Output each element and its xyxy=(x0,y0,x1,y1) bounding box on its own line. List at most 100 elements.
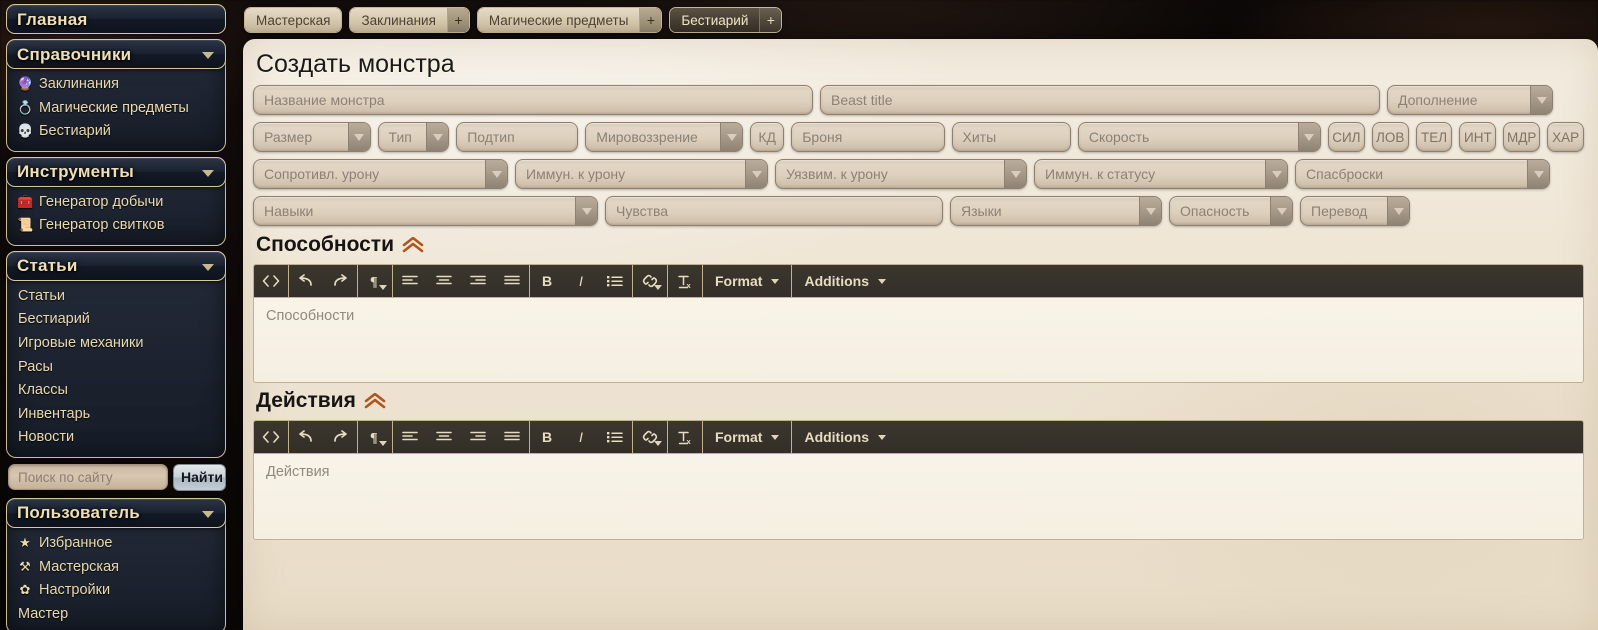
supplement-select[interactable]: Дополнение xyxy=(1387,85,1553,116)
bold-icon[interactable]: B xyxy=(530,265,564,297)
sidebar-header-articles[interactable]: Статьи xyxy=(6,250,226,281)
align-center-icon[interactable] xyxy=(427,265,461,297)
saving-throws-select[interactable]: Спасброски xyxy=(1295,159,1550,190)
sidebar-item-spells[interactable]: 🔮 Заклинания xyxy=(15,73,217,97)
sidebar-item-game-mechanics[interactable]: Игровые механики xyxy=(15,332,217,356)
sidebar-item-classes[interactable]: Классы xyxy=(15,379,217,403)
additions-dropdown-button[interactable]: Additions xyxy=(792,421,898,453)
redo-icon[interactable] xyxy=(323,265,357,297)
tab-bestiary-add-button[interactable]: + xyxy=(759,8,782,32)
tab-spells-add-button[interactable]: + xyxy=(446,8,469,32)
sidebar-header-tools[interactable]: Инструменты xyxy=(6,156,226,187)
speed-select[interactable]: Скорость xyxy=(1077,122,1321,153)
link-icon[interactable] xyxy=(633,421,667,453)
unordered-list-icon[interactable] xyxy=(598,265,632,297)
tab-spells[interactable]: Заклинания + xyxy=(349,7,470,33)
sidebar-item-articles-bestiary[interactable]: Бестиарий xyxy=(15,308,217,332)
tab-magic-items[interactable]: Магические предметы + xyxy=(476,7,663,33)
damage-immunity-select[interactable]: Иммун. к урону xyxy=(515,159,768,190)
bold-icon[interactable]: B xyxy=(530,421,564,453)
abilities-editor-body[interactable]: Способности xyxy=(254,298,1583,383)
sidebar-item-master[interactable]: Мастер xyxy=(15,603,217,627)
chevron-down-icon[interactable] xyxy=(485,160,507,189)
translation-select[interactable]: Перевод xyxy=(1300,196,1410,227)
align-left-icon[interactable] xyxy=(393,265,427,297)
chevron-down-icon[interactable] xyxy=(1297,123,1320,152)
sidebar-header-reference[interactable]: Справочники xyxy=(6,39,226,69)
ability-dex-field[interactable]: ЛОВ xyxy=(1371,122,1409,153)
skills-select[interactable]: Навыки xyxy=(253,196,598,227)
sidebar-item-home[interactable]: Главная xyxy=(6,4,226,34)
challenge-select[interactable]: Опасность xyxy=(1169,196,1293,227)
align-right-icon[interactable] xyxy=(461,421,495,453)
sidebar-header-user[interactable]: Пользователь xyxy=(6,497,226,528)
chevron-down-icon[interactable] xyxy=(1270,197,1292,226)
paragraph-format-icon[interactable]: ¶ xyxy=(358,265,392,297)
align-center-icon[interactable] xyxy=(427,421,461,453)
italic-icon[interactable]: I xyxy=(564,265,598,297)
sidebar-item-settings[interactable]: ✿ Настройки xyxy=(15,579,217,603)
chevron-down-icon[interactable] xyxy=(347,123,370,152)
chevron-down-icon[interactable] xyxy=(720,123,743,152)
align-left-icon[interactable] xyxy=(393,421,427,453)
alignment-select[interactable]: Мировоззрение xyxy=(585,122,744,153)
sidebar-item-scroll-generator[interactable]: 📜 Генератор свитков xyxy=(15,214,217,238)
clear-formatting-icon[interactable]: x xyxy=(668,265,702,297)
tab-bestiary[interactable]: Бестиарий + xyxy=(669,7,783,33)
sidebar-item-inventory[interactable]: Инвентарь xyxy=(15,403,217,427)
chevron-down-icon[interactable] xyxy=(1530,86,1552,115)
sidebar-item-races[interactable]: Расы xyxy=(15,356,217,380)
unordered-list-icon[interactable] xyxy=(598,421,632,453)
monster-name-field[interactable]: Название монстра xyxy=(253,85,813,116)
chevron-down-icon[interactable] xyxy=(575,197,597,226)
ability-con-field[interactable]: ТЕЛ xyxy=(1415,122,1453,153)
armor-field[interactable]: Броня xyxy=(791,122,945,153)
additions-dropdown-button[interactable]: Additions xyxy=(792,265,898,297)
sidebar-item-bestiary[interactable]: 💀 Бестиарий xyxy=(15,120,217,144)
chevron-down-icon[interactable] xyxy=(1004,160,1026,189)
creature-type-select[interactable]: Тип xyxy=(377,122,450,153)
ability-int-field[interactable]: ИНТ xyxy=(1459,122,1497,153)
undo-icon[interactable] xyxy=(289,265,323,297)
chevron-up-icon[interactable] xyxy=(402,237,424,253)
hit-points-field[interactable]: Хиты xyxy=(951,122,1071,153)
tab-workshop[interactable]: Мастерская xyxy=(244,7,343,33)
ability-wis-field[interactable]: МДР xyxy=(1503,122,1541,153)
condition-immunity-select[interactable]: Иммун. к статусу xyxy=(1034,159,1288,190)
beast-title-field[interactable]: Beast title xyxy=(820,85,1380,116)
chevron-down-icon[interactable] xyxy=(1139,197,1161,226)
languages-select[interactable]: Языки xyxy=(950,196,1162,227)
italic-icon[interactable]: I xyxy=(564,421,598,453)
sidebar-item-magic-items[interactable]: 💍 Магические предметы xyxy=(15,97,217,121)
search-submit-button[interactable]: Найти xyxy=(173,463,226,491)
sidebar-item-articles[interactable]: Статьи xyxy=(15,285,217,309)
chevron-down-icon[interactable] xyxy=(1387,197,1409,226)
clear-formatting-icon[interactable]: x xyxy=(668,421,702,453)
format-dropdown-button[interactable]: Format xyxy=(703,265,791,297)
damage-vulnerability-select[interactable]: Уязвим. к урону xyxy=(775,159,1027,190)
link-icon[interactable] xyxy=(633,265,667,297)
chevron-down-icon[interactable] xyxy=(1265,160,1287,189)
senses-field[interactable]: Чувства xyxy=(605,196,943,227)
subtype-field[interactable]: Подтип xyxy=(456,122,579,153)
format-dropdown-button[interactable]: Format xyxy=(703,421,791,453)
chevron-down-icon[interactable] xyxy=(745,160,767,189)
source-code-icon[interactable] xyxy=(254,421,288,453)
search-input[interactable] xyxy=(8,464,168,491)
source-code-icon[interactable] xyxy=(254,265,288,297)
sidebar-item-news[interactable]: Новости xyxy=(15,426,217,450)
damage-resistance-select[interactable]: Сопротивл. урону xyxy=(253,159,508,190)
sidebar-item-loot-generator[interactable]: 🧰 Генератор добычи xyxy=(15,191,217,215)
chevron-up-icon[interactable] xyxy=(364,393,386,409)
paragraph-format-icon[interactable]: ¶ xyxy=(358,421,392,453)
align-justify-icon[interactable] xyxy=(495,265,529,297)
chevron-down-icon[interactable] xyxy=(1527,160,1549,189)
redo-icon[interactable] xyxy=(323,421,357,453)
undo-icon[interactable] xyxy=(289,421,323,453)
size-select[interactable]: Размер xyxy=(253,122,371,153)
tab-magic-items-add-button[interactable]: + xyxy=(639,8,662,32)
align-justify-icon[interactable] xyxy=(495,421,529,453)
sidebar-item-workshop[interactable]: ⚒ Мастерская xyxy=(15,556,217,580)
armor-class-field[interactable]: КД xyxy=(750,122,785,153)
chevron-down-icon[interactable] xyxy=(426,123,449,152)
